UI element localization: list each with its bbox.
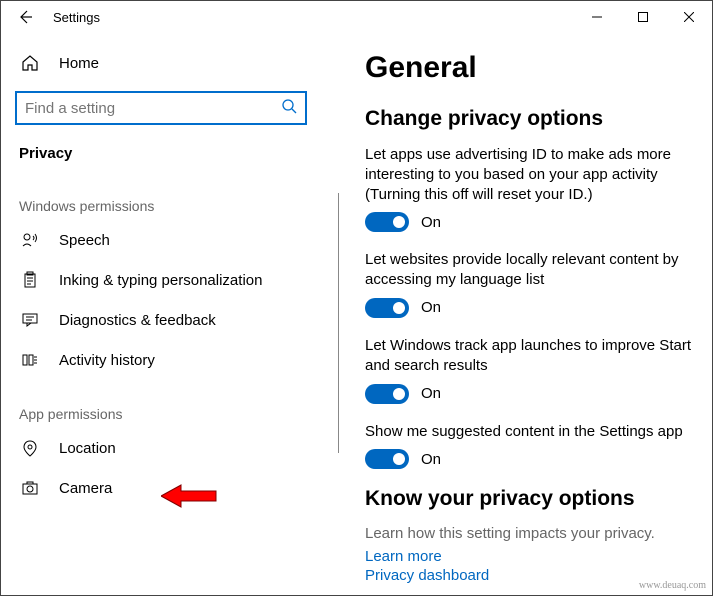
toggle-state: On — [421, 385, 441, 402]
minimize-button[interactable] — [574, 1, 620, 33]
sidebar-item-home[interactable]: Home — [15, 43, 339, 83]
option-text: Let Windows track app launches to improv… — [365, 336, 692, 376]
sidebar-item-label: Inking & typing personalization — [59, 272, 262, 289]
option-text: Let websites provide locally relevant co… — [365, 250, 692, 290]
toggle-state: On — [421, 451, 441, 468]
toggle-state: On — [421, 299, 441, 316]
speech-icon — [19, 231, 41, 249]
toggle-language-list[interactable] — [365, 298, 409, 318]
option-text: Show me suggested content in the Setting… — [365, 422, 692, 442]
location-icon — [19, 439, 41, 457]
group-windows-permissions: Windows permissions — [15, 172, 339, 220]
page-title: General — [365, 51, 692, 85]
main-panel: General Change privacy options Let apps … — [339, 33, 712, 595]
sidebar-item-label: Home — [59, 55, 99, 72]
home-icon — [19, 54, 41, 72]
toggle-knob — [393, 453, 405, 465]
close-button[interactable] — [666, 1, 712, 33]
sidebar-item-activity[interactable]: Activity history — [15, 340, 339, 380]
sidebar-item-diagnostics[interactable]: Diagnostics & feedback — [15, 300, 339, 340]
minimize-icon — [592, 12, 602, 22]
sidebar-item-label: Activity history — [59, 352, 155, 369]
know-desc: Learn how this setting impacts your priv… — [365, 525, 692, 542]
option-text: Let apps use advertising ID to make ads … — [365, 145, 692, 204]
watermark: www.deuaq.com — [639, 580, 706, 591]
close-icon — [684, 12, 694, 22]
sidebar-item-label: Speech — [59, 232, 110, 249]
activity-icon — [19, 351, 41, 369]
current-section: Privacy — [15, 139, 339, 172]
toggle-knob — [393, 302, 405, 314]
toggle-knob — [393, 388, 405, 400]
feedback-icon — [19, 311, 41, 329]
sidebar: Home Privacy Windows permissions Speech … — [1, 33, 339, 595]
group-app-permissions: App permissions — [15, 380, 339, 428]
sidebar-item-camera[interactable]: Camera — [15, 468, 339, 508]
toggle-knob — [393, 216, 405, 228]
titlebar: Settings — [1, 1, 712, 33]
back-button[interactable] — [13, 5, 37, 29]
camera-icon — [19, 479, 41, 497]
sidebar-item-label: Location — [59, 440, 116, 457]
arrow-left-icon — [17, 9, 33, 25]
sidebar-item-inking[interactable]: Inking & typing personalization — [15, 260, 339, 300]
window-controls — [574, 1, 712, 33]
toggle-suggested-content[interactable] — [365, 449, 409, 469]
window-title: Settings — [53, 10, 100, 25]
maximize-button[interactable] — [620, 1, 666, 33]
maximize-icon — [638, 12, 648, 22]
sidebar-item-speech[interactable]: Speech — [15, 220, 339, 260]
divider — [338, 193, 339, 453]
search-box[interactable] — [15, 91, 307, 125]
toggle-app-launches[interactable] — [365, 384, 409, 404]
toggle-advertising-id[interactable] — [365, 212, 409, 232]
search-icon — [281, 98, 299, 121]
search-input[interactable] — [15, 91, 307, 125]
sidebar-item-location[interactable]: Location — [15, 428, 339, 468]
sidebar-item-label: Diagnostics & feedback — [59, 312, 216, 329]
link-learn-more[interactable]: Learn more — [365, 548, 692, 565]
sidebar-item-label: Camera — [59, 480, 112, 497]
toggle-state: On — [421, 214, 441, 231]
section-heading: Know your privacy options — [365, 487, 692, 511]
section-heading: Change privacy options — [365, 107, 692, 131]
clipboard-icon — [19, 271, 41, 289]
